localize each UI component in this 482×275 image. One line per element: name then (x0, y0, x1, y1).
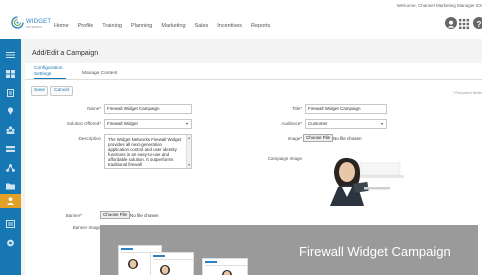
nav-home[interactable]: Home (54, 23, 69, 29)
campaign-photo (302, 153, 405, 206)
image-label: Image* (287, 136, 302, 141)
logo-word: WIDGET (26, 19, 52, 25)
header-icons: ? (442, 17, 482, 30)
folder-icon[interactable] (6, 177, 15, 190)
logo-subword: NETWORKS (26, 26, 43, 29)
logo-mark-icon (11, 16, 24, 29)
campaign-image-label: Campaign Image (267, 156, 302, 161)
description-label: Description (78, 136, 101, 141)
campaign-image-preview (302, 153, 405, 206)
solution-label: Solution Offered* (66, 121, 101, 126)
document-icon[interactable] (6, 84, 15, 97)
svg-text:?: ? (477, 20, 482, 29)
image-file-status: No file chosen (333, 136, 362, 141)
apps-grid-icon[interactable] (458, 17, 470, 29)
audience-value: Customer (308, 121, 328, 126)
help-icon[interactable]: ? (473, 17, 482, 29)
nav-incentives[interactable]: Incentives (217, 23, 242, 29)
pin-icon[interactable] (6, 102, 15, 115)
banner-choose-file-button[interactable]: Choose File (100, 211, 131, 219)
main-nav: Home Profile Training Planning Marketing… (54, 23, 279, 29)
description-value: The Widget Networks Firewall Widget prov… (108, 137, 182, 167)
cancel-button[interactable]: Cancel (50, 86, 73, 96)
tabs-divider (25, 79, 482, 80)
network-icon[interactable] (6, 159, 15, 172)
title-label: Title* (291, 106, 302, 111)
audience-label: Audience* (281, 121, 302, 126)
image-choose-file-button[interactable]: Choose File (303, 134, 334, 142)
chevron-down-icon (381, 123, 383, 125)
widget-networks-logo[interactable]: WIDGET NETWORKS (11, 13, 51, 32)
transfer-icon[interactable] (6, 140, 15, 152)
required-fields-note: * Required fields (452, 90, 482, 95)
welcome-text: Welcome, Channel Marketing Manager EX (396, 3, 482, 8)
chevron-down-icon (186, 123, 188, 125)
nav-marketing[interactable]: Marketing (161, 23, 185, 29)
banner-image-label: Banner Image (72, 225, 101, 230)
page-title: Add/Edit a Campaign (32, 50, 99, 57)
banner-file-status: No file chosen (130, 213, 159, 218)
menu-icon[interactable] (6, 46, 15, 58)
scroll-down-icon[interactable] (188, 164, 190, 166)
banner-screenshot-3 (202, 258, 248, 275)
description-textarea[interactable]: The Widget Networks Firewall Widget prov… (104, 134, 192, 169)
nav-profile[interactable]: Profile (78, 23, 94, 29)
tab-manage-content[interactable]: Manage Content (82, 71, 117, 76)
nav-reports[interactable]: Reports (251, 23, 270, 29)
dashboard-icon[interactable] (6, 65, 15, 78)
audience-select[interactable]: Customer (305, 119, 387, 129)
title-input[interactable]: Firewall Widget Campaign (305, 104, 387, 114)
settings-icon[interactable] (6, 234, 15, 247)
name-label: Name* (87, 106, 101, 111)
main-content: Add/Edit a Campaign Configuration Settin… (21, 39, 482, 275)
user-icon[interactable] (445, 17, 457, 29)
banner-label: Banner* (65, 213, 82, 218)
nav-planning[interactable]: Planning (131, 23, 152, 29)
solution-select[interactable]: Firewall Widget (104, 119, 192, 129)
banner-image-preview: Firewall Widget Campaign (100, 225, 478, 275)
users-icon[interactable] (6, 121, 15, 134)
nav-sales[interactable]: Sales (195, 23, 209, 29)
solution-value: Firewall Widget (107, 121, 138, 126)
scroll-up-icon[interactable] (188, 137, 190, 139)
tab-configuration-settings[interactable]: Configuration Settings (34, 66, 68, 77)
save-button[interactable]: Save (31, 86, 48, 96)
sidebar (0, 39, 21, 275)
person-badge-icon[interactable] (0, 194, 21, 208)
banner-screenshot-2 (150, 252, 194, 275)
banner-title: Firewall Widget Campaign (299, 244, 451, 259)
list-icon[interactable] (6, 215, 15, 228)
name-input[interactable]: Firewall Widget Campaign (104, 104, 192, 114)
nav-training[interactable]: Training (102, 23, 122, 29)
